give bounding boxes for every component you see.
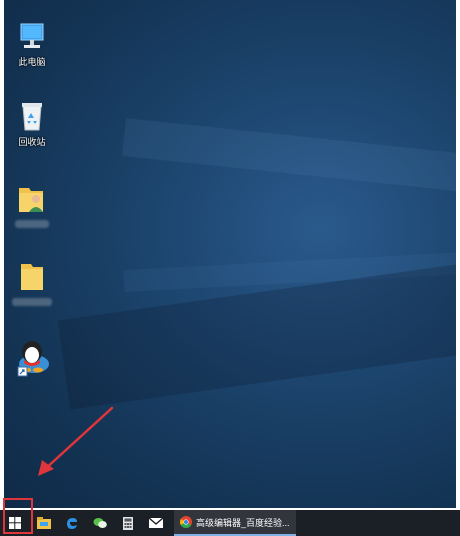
file-explorer-icon xyxy=(37,517,51,529)
wechat-icon xyxy=(93,518,107,528)
active-app-title: 高级编辑器_百度经验... xyxy=(196,517,290,528)
taskbar-mail[interactable] xyxy=(142,510,170,536)
taskbar-wechat[interactable] xyxy=(86,510,114,536)
taskbar: 高级编辑器_百度经验... xyxy=(0,498,460,536)
taskbar-active-app[interactable]: 高级编辑器_百度经验... xyxy=(174,510,296,536)
chrome-icon xyxy=(180,516,192,528)
edge-icon xyxy=(67,518,77,529)
annotation-arrow xyxy=(38,406,114,476)
taskbar-calculator[interactable] xyxy=(114,510,142,536)
taskbar-file-explorer[interactable] xyxy=(30,510,58,536)
screen: 此电脑 回收站 高级编辑器_百度经验... xyxy=(0,0,460,536)
calculator-icon xyxy=(123,516,133,530)
mail-icon xyxy=(149,518,163,528)
taskbar-edge[interactable] xyxy=(58,510,86,536)
desktop: 此电脑 回收站 xyxy=(4,0,456,508)
start-button[interactable] xyxy=(0,498,33,536)
start-button-highlight xyxy=(3,498,33,534)
